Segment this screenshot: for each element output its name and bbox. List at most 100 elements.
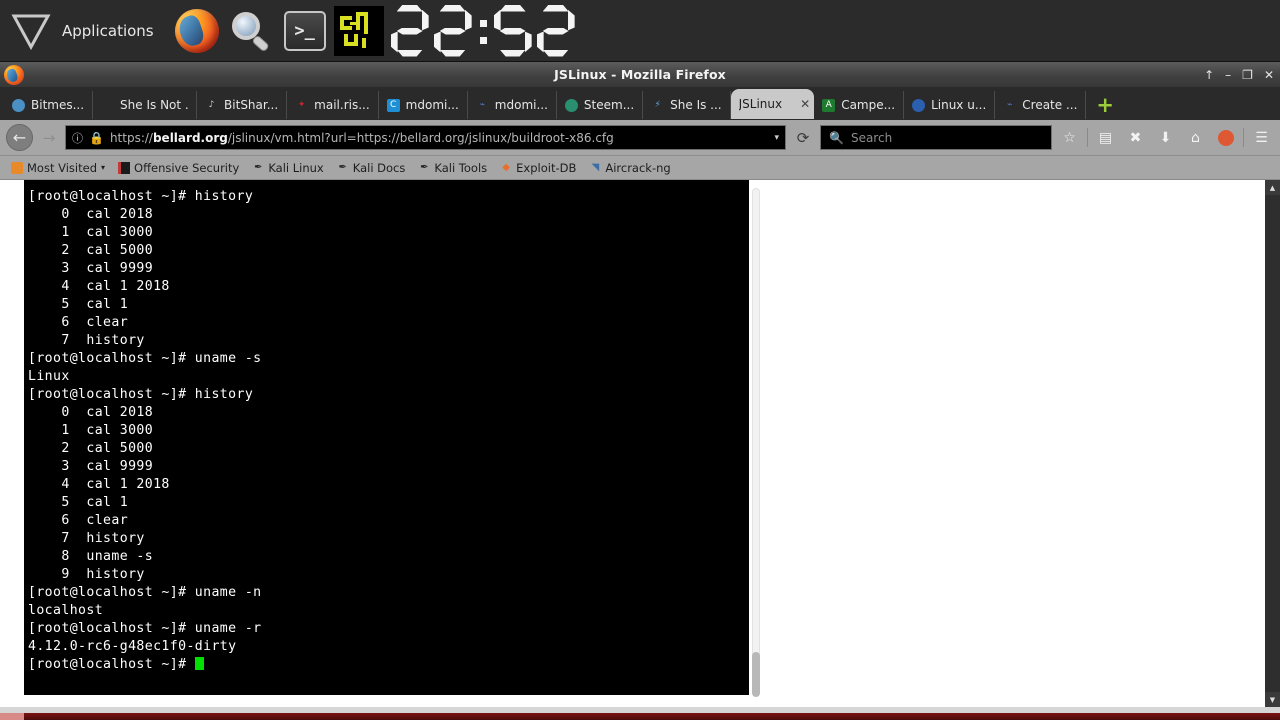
duckduckgo-icon[interactable] <box>1213 125 1238 151</box>
back-button[interactable]: ← <box>6 124 33 151</box>
chevron-down-icon[interactable]: ▾ <box>101 163 105 172</box>
terminal-line: 5 cal 1 <box>28 495 129 510</box>
magnifier-icon[interactable] <box>224 4 278 58</box>
moon-icon <box>912 98 926 112</box>
info-icon[interactable]: ⓘ <box>72 130 83 146</box>
browser-tab[interactable]: A Campe... <box>814 91 905 119</box>
bottom-accent-bar <box>0 713 1280 720</box>
terminal-line: [root@localhost ~]# uname -n <box>28 585 262 600</box>
offsec-icon <box>118 161 131 174</box>
bookmark-label: Kali Linux <box>268 160 324 175</box>
bookmark-item[interactable]: Offensive Security <box>113 161 244 175</box>
page-scrollbar[interactable]: ▲ ▼ <box>1265 180 1280 707</box>
bookmark-item[interactable]: ✒ Kali Docs <box>332 161 411 175</box>
bitshares-icon: ♪ <box>208 99 215 110</box>
browser-tab[interactable]: ♪ BitShar... <box>197 91 288 119</box>
browser-tab[interactable]: She Is Not ... <box>93 91 198 119</box>
c-badge-icon: C <box>386 98 400 112</box>
browser-tab[interactable]: ⌁ mdomi... <box>468 91 557 119</box>
chevron-down-icon[interactable]: ▾ <box>774 133 779 143</box>
steem-icon <box>564 98 578 112</box>
terminal-line: 6 clear <box>28 513 129 528</box>
clock-digit-minute-ones <box>536 4 576 58</box>
terminal-glyph-label: >_ <box>283 10 326 51</box>
blank-icon <box>101 99 114 112</box>
maximize-button[interactable]: ❐ <box>1242 69 1253 81</box>
tab-label: mail.ris... <box>314 98 370 112</box>
browser-tab[interactable]: Steem... <box>557 91 644 119</box>
browser-tab[interactable]: ⌁ Create ... <box>995 91 1087 119</box>
terminal-line: 6 clear <box>28 315 129 330</box>
address-bar[interactable]: ⓘ 🔒 https://bellard.org/jslinux/vm.html?… <box>65 125 786 150</box>
bookmark-label: Offensive Security <box>134 160 240 175</box>
browser-content: [root@localhost ~]# history 0 cal 2018 1… <box>0 180 1280 707</box>
sphere-icon <box>12 98 25 112</box>
reader-list-icon[interactable]: ▤ <box>1093 125 1118 151</box>
shark-fin-icon: ◥ <box>591 162 600 173</box>
minimize-button[interactable]: – <box>1225 69 1231 81</box>
terminal-cursor <box>194 657 204 670</box>
bookmark-item[interactable]: Most Visited ▾ <box>6 161 110 175</box>
scroll-up-arrow[interactable]: ▲ <box>1265 180 1280 195</box>
browser-tab[interactable]: Cmdomi... <box>379 91 468 119</box>
terminal-scrollbar-thumb[interactable] <box>752 652 760 697</box>
tab-label: Linux u... <box>931 98 987 112</box>
search-input-placeholder[interactable]: Search <box>851 131 892 145</box>
terminal-scrollbar-track[interactable] <box>752 188 760 688</box>
browser-tab[interactable]: Linux u... <box>904 91 996 119</box>
steemit-icon: ⌁ <box>1007 99 1013 110</box>
tab-close-icon[interactable]: ✕ <box>800 97 810 111</box>
folder-star-icon <box>11 161 23 174</box>
flame-icon: ◆ <box>502 162 510 173</box>
hamburger-menu-icon[interactable]: ☰ <box>1249 125 1274 151</box>
downloads-icon[interactable]: ⬇ <box>1153 125 1178 151</box>
browser-tab[interactable]: JSLinux ✕ <box>730 89 815 119</box>
tab-label: She Is Not ... <box>120 98 188 112</box>
url-text: https://bellard.org/jslinux/vm.html?url=… <box>109 130 614 145</box>
bookmark-star-icon[interactable]: ☆ <box>1057 125 1082 151</box>
home-icon[interactable]: ⌂ <box>1183 125 1208 151</box>
forward-button[interactable]: → <box>38 124 60 151</box>
pocket-icon[interactable]: ✖ <box>1123 125 1148 151</box>
steemit-icon: ⌁ <box>479 99 485 110</box>
terminal-line: 5 cal 1 <box>28 297 129 312</box>
firefox-icon[interactable] <box>170 4 224 58</box>
search-bar[interactable]: 🔍 Search <box>820 125 1052 150</box>
terminal-line: [root@localhost ~]# history <box>28 189 254 204</box>
applications-menu-label[interactable]: Applications <box>62 22 154 40</box>
panel-clock[interactable] <box>390 4 579 58</box>
bookmark-item[interactable]: ◆ Exploit-DB <box>495 161 581 175</box>
bookmark-label: Exploit-DB <box>516 160 577 175</box>
bottom-accent-bar-left <box>0 713 24 720</box>
shade-button[interactable]: ↑ <box>1204 69 1214 81</box>
pixel-app-icon[interactable] <box>332 4 386 58</box>
lock-icon[interactable]: 🔒 <box>89 131 104 145</box>
bookmark-item[interactable]: ✒ Kali Tools <box>413 161 492 175</box>
terminal-line: 0 cal 2018 <box>28 405 154 420</box>
terminal-scrollbar[interactable] <box>749 182 762 697</box>
browser-tab[interactable]: ⚡ She Is ... <box>643 91 731 119</box>
terminal-prompt: [root@localhost ~]# <box>28 657 195 672</box>
terminal-prompt-line: [root@localhost ~]# <box>28 656 749 674</box>
bookmark-item[interactable]: ✒ Kali Linux <box>247 161 328 175</box>
window-titlebar[interactable]: JSLinux - Mozilla Firefox ↑ – ❐ ✕ <box>0 62 1280 88</box>
reload-icon[interactable]: ⟳ <box>791 129 815 147</box>
scroll-down-arrow[interactable]: ▼ <box>1265 692 1280 707</box>
navigation-toolbar: ← → ⓘ 🔒 https://bellard.org/jslinux/vm.h… <box>0 120 1280 156</box>
search-icon: 🔍 <box>829 130 844 145</box>
new-tab-button[interactable]: + <box>1086 95 1124 119</box>
terminal-line: 4 cal 1 2018 <box>28 279 170 294</box>
bookmark-label: Kali Tools <box>434 160 488 175</box>
browser-tab[interactable]: ✦ mail.ris... <box>287 91 379 119</box>
tab-label: She Is ... <box>670 98 722 112</box>
triangle-down-icon[interactable] <box>8 11 54 51</box>
bookmark-item[interactable]: ◥ Aircrack-ng <box>584 161 675 175</box>
toolbar-divider <box>1087 128 1088 147</box>
terminal-icon[interactable]: >_ <box>278 4 332 58</box>
browser-tab[interactable]: Bitmes... <box>4 91 94 119</box>
jslinux-terminal[interactable]: [root@localhost ~]# history 0 cal 2018 1… <box>24 180 749 695</box>
close-button[interactable]: ✕ <box>1264 69 1274 81</box>
terminal-line: localhost <box>28 603 104 618</box>
a-badge-icon: A <box>822 98 836 112</box>
tab-label: JSLinux <box>738 97 783 111</box>
